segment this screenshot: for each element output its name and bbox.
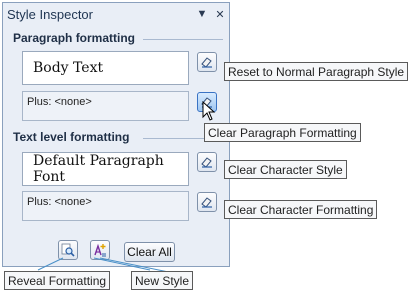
section-divider	[143, 39, 223, 40]
eraser-icon	[201, 157, 212, 168]
callout-new-style: New Style	[131, 271, 194, 290]
callout-text: Clear Character Formatting	[228, 202, 374, 217]
paragraph-plus-text: Plus: <none>	[27, 96, 92, 108]
callout-clear-character-style: Clear Character Style	[224, 160, 347, 179]
reveal-formatting-button[interactable]	[58, 240, 78, 260]
clear-all-button[interactable]: Clear All	[124, 242, 175, 262]
callout-text: Clear Character Style	[228, 162, 343, 177]
text-level-formatting-heading: Text level formatting	[13, 130, 130, 144]
clear-character-style-button[interactable]	[197, 152, 217, 172]
style-inspector-panel: Style Inspector ▼ ✕ Paragraph formatting…	[2, 2, 230, 267]
paragraph-style-name: Body Text	[33, 60, 104, 76]
callout-clear-paragraph-formatting: Clear Paragraph Formatting	[204, 123, 361, 142]
eraser-icon	[201, 197, 212, 208]
eraser-icon	[201, 57, 212, 68]
paragraph-style-box[interactable]: Body Text	[22, 51, 189, 85]
callout-reset-paragraph-style: Reset to Normal Paragraph Style	[224, 62, 409, 81]
callout-text: Reset to Normal Paragraph Style	[228, 64, 405, 79]
new-style-icon	[94, 243, 106, 257]
clear-character-formatting-button[interactable]	[197, 192, 217, 212]
panel-menu-dropdown[interactable]: ▼	[193, 8, 211, 20]
callout-reveal-formatting: Reveal Formatting	[4, 271, 111, 290]
new-style-button[interactable]	[90, 240, 110, 260]
panel-title: Style Inspector	[7, 6, 93, 22]
panel-close-button[interactable]: ✕	[211, 8, 229, 21]
character-style-box[interactable]: Default Paragraph Font	[22, 152, 189, 186]
callout-text: New Style	[135, 273, 190, 288]
panel-titlebar: Style Inspector ▼ ✕	[3, 3, 229, 25]
character-style-name: Default Paragraph Font	[33, 153, 164, 185]
magnifier-icon	[61, 243, 75, 257]
callout-text: Clear Paragraph Formatting	[208, 125, 357, 140]
paragraph-formatting-heading: Paragraph formatting	[13, 31, 136, 45]
clear-all-label: Clear All	[127, 245, 172, 259]
paragraph-plus-box[interactable]: Plus: <none>	[22, 91, 189, 121]
mouse-cursor-icon	[202, 101, 216, 121]
callout-text: Reveal Formatting	[8, 273, 107, 288]
callout-clear-character-formatting: Clear Character Formatting	[224, 200, 378, 219]
character-plus-box[interactable]: Plus: <none>	[22, 191, 189, 221]
character-plus-text: Plus: <none>	[27, 196, 92, 208]
reset-paragraph-style-button[interactable]	[197, 52, 217, 72]
